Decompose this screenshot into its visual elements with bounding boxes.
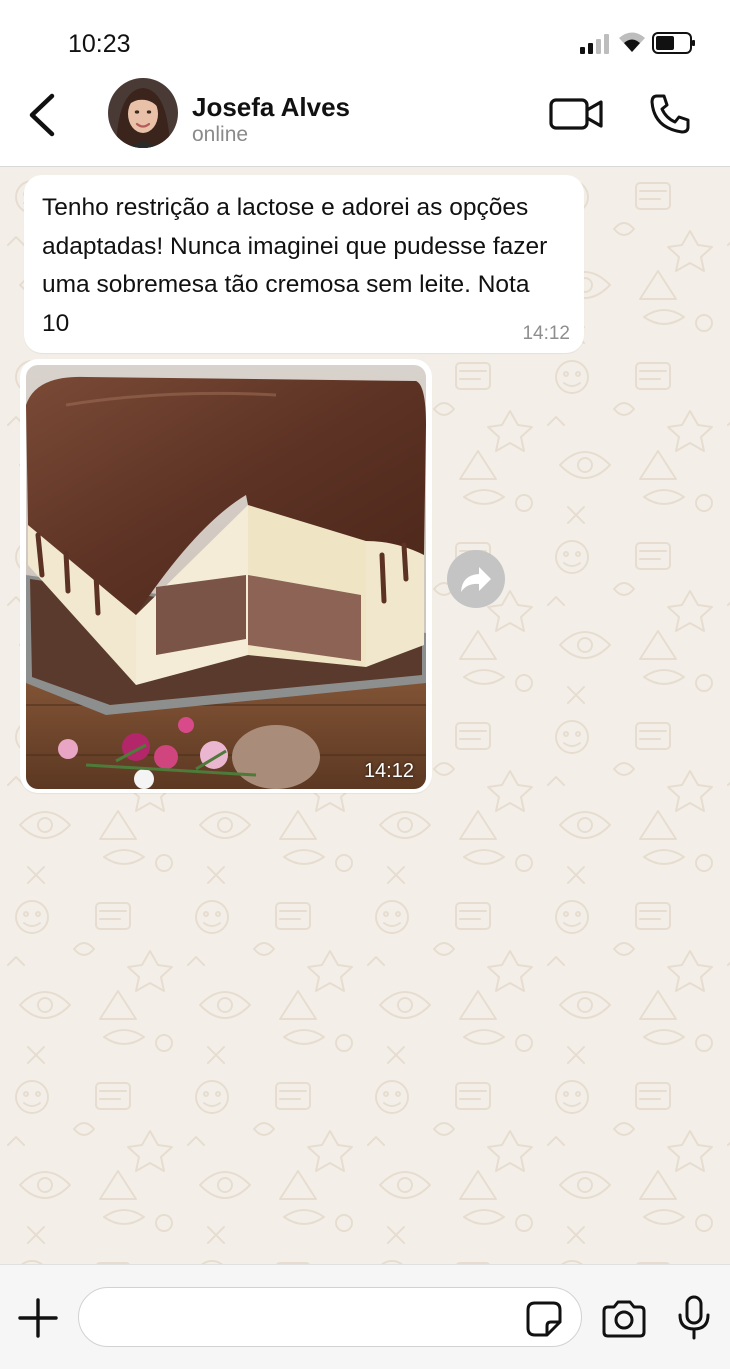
message-text: Tenho restrição a lactose e adorei as op… — [42, 194, 548, 337]
status-time: 10:23 — [68, 30, 131, 58]
forward-button[interactable] — [447, 550, 505, 608]
plus-icon[interactable] — [18, 1298, 58, 1338]
cake-photo[interactable] — [26, 365, 426, 789]
contact-status: online — [192, 123, 249, 146]
forward-icon — [461, 567, 491, 592]
camera-icon[interactable] — [600, 1299, 648, 1339]
chat-header: Josefa Alves online — [0, 78, 730, 167]
back-icon[interactable] — [24, 92, 60, 138]
contact-name[interactable]: Josefa Alves — [192, 92, 350, 123]
wifi-icon — [619, 32, 645, 52]
chat-area[interactable]: Tenho restrição a lactose e adorei as op… — [0, 167, 730, 1264]
battery-icon — [652, 32, 695, 54]
sticker-icon[interactable] — [525, 1300, 563, 1338]
message-input[interactable] — [78, 1287, 582, 1347]
video-call-icon[interactable] — [548, 94, 604, 134]
signal-icon — [580, 34, 612, 54]
message-time: 14:12 — [522, 323, 570, 344]
message-bubble[interactable]: Tenho restrição a lactose e adorei as op… — [24, 175, 584, 353]
phone-icon[interactable] — [648, 92, 692, 136]
image-time: 14:12 — [363, 760, 414, 782]
status-bar: 10:23 — [0, 0, 730, 80]
image-message-bubble[interactable]: 14:12 — [20, 359, 432, 793]
input-bar — [0, 1264, 730, 1369]
avatar[interactable] — [108, 78, 178, 148]
microphone-icon[interactable] — [676, 1295, 712, 1341]
message-text-field[interactable] — [99, 1300, 523, 1336]
